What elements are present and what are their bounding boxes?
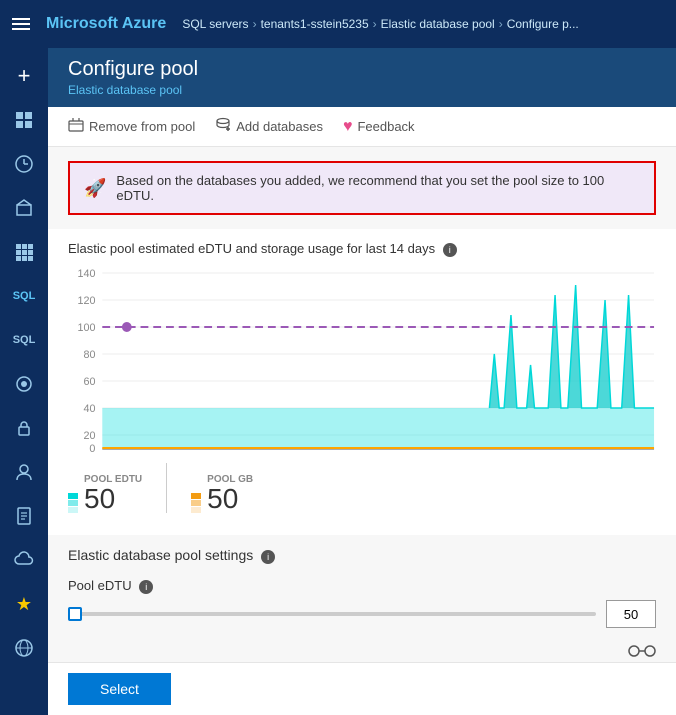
sidebar-dashboard-icon[interactable]	[4, 100, 44, 140]
breadcrumb-item-4[interactable]: Configure p...	[507, 17, 579, 31]
link-icon[interactable]	[628, 642, 656, 662]
legend-bar-gb	[191, 493, 201, 513]
main-content: Configure pool Elastic database pool Rem…	[48, 48, 676, 715]
breadcrumb: SQL servers › tenants1-sstein5235 › Elas…	[182, 17, 578, 31]
select-button[interactable]: Select	[68, 673, 171, 705]
pool-edtu-row: Pool eDTU i 50	[68, 578, 656, 628]
svg-text:20: 20	[83, 430, 95, 442]
breadcrumb-item-1[interactable]: SQL servers	[182, 17, 248, 31]
pool-edtu-label: Pool eDTU i	[68, 578, 656, 594]
svg-text:120: 120	[77, 295, 95, 307]
chart-info-icon[interactable]: i	[443, 243, 457, 257]
add-databases-label: Add databases	[236, 119, 323, 134]
breadcrumb-item-3[interactable]: Elastic database pool	[381, 17, 495, 31]
sidebar-doc-icon[interactable]	[4, 496, 44, 536]
recommendation-banner: 🚀 Based on the databases you added, we r…	[68, 161, 656, 215]
top-bar: Microsoft Azure SQL servers › tenants1-s…	[0, 0, 676, 48]
sidebar-star-icon[interactable]: ★	[4, 584, 44, 624]
content-area: 🚀 Based on the databases you added, we r…	[48, 147, 676, 662]
sidebar-box-icon[interactable]	[4, 188, 44, 228]
pool-edtu-value[interactable]: 50	[606, 600, 656, 628]
pool-edtu-thumb[interactable]	[68, 607, 82, 621]
sidebar-circle-icon[interactable]	[4, 364, 44, 404]
feedback-button[interactable]: ♥ Feedback	[343, 107, 415, 146]
svg-text:80: 80	[83, 349, 95, 361]
chart-legend: POOL EDTU 50 POOL GB 50	[68, 455, 656, 525]
pool-edtu-info-icon[interactable]: i	[139, 580, 153, 594]
link-icon-row	[68, 642, 656, 662]
page-header: Configure pool Elastic database pool	[48, 48, 676, 107]
sidebar-sql2-icon[interactable]: SQL	[4, 320, 44, 360]
svg-text:40: 40	[83, 403, 95, 415]
sidebar: +	[0, 48, 48, 715]
svg-text:140: 140	[77, 268, 95, 280]
banner-text: Based on the databases you added, we rec…	[116, 173, 640, 203]
sidebar-grid-icon[interactable]	[4, 232, 44, 272]
legend-pool-gb-content: POOL GB 50	[207, 474, 253, 513]
remove-icon	[68, 117, 84, 137]
remove-from-pool-button[interactable]: Remove from pool	[68, 107, 195, 146]
sidebar-lock-icon[interactable]	[4, 408, 44, 448]
svg-text:60: 60	[83, 376, 95, 388]
chart-container: 140 120 100 80 60 40 20 0	[68, 265, 656, 455]
legend-sep	[166, 463, 167, 513]
brand-name: Microsoft Azure	[46, 15, 166, 33]
legend-bar-edtu	[68, 493, 78, 513]
breadcrumb-sep-1: ›	[253, 17, 257, 31]
pool-edtu-track[interactable]	[68, 612, 596, 616]
legend-edtu-value: 50	[84, 485, 142, 513]
chart-section: Elastic pool estimated eDTU and storage …	[48, 229, 676, 535]
settings-title: Elastic database pool settings i	[68, 547, 656, 564]
feedback-label: Feedback	[357, 119, 414, 134]
breadcrumb-sep-3: ›	[499, 17, 503, 31]
chart-svg: 140 120 100 80 60 40 20 0	[68, 265, 656, 455]
page-subtitle: Elastic database pool	[68, 83, 656, 97]
breadcrumb-item-2[interactable]: tenants1-sstein5235	[261, 17, 369, 31]
svg-text:0: 0	[89, 443, 95, 455]
svg-text:100: 100	[77, 322, 95, 334]
add-databases-icon	[215, 117, 231, 137]
page-title: Configure pool	[68, 58, 656, 81]
remove-from-pool-label: Remove from pool	[89, 119, 195, 134]
toolbar: Remove from pool Add databases ♥ Feedbac…	[48, 107, 676, 147]
pool-edtu-slider-container: 50	[68, 600, 656, 628]
feedback-icon: ♥	[343, 118, 353, 136]
sidebar-clock-icon[interactable]	[4, 144, 44, 184]
legend-gb-value: 50	[207, 485, 253, 513]
hamburger-menu[interactable]	[12, 18, 30, 30]
rocket-icon: 🚀	[84, 178, 106, 199]
footer-bar: Select	[48, 662, 676, 715]
breadcrumb-sep-2: ›	[373, 17, 377, 31]
settings-info-icon[interactable]: i	[261, 550, 275, 564]
legend-pool-gb: POOL GB 50	[191, 463, 253, 513]
sidebar-globe-icon[interactable]	[4, 628, 44, 668]
chart-title: Elastic pool estimated eDTU and storage …	[68, 229, 656, 265]
sidebar-add-icon[interactable]: +	[4, 56, 44, 96]
sidebar-sql-icon[interactable]: SQL	[4, 276, 44, 316]
sidebar-cloud-icon[interactable]	[4, 540, 44, 580]
settings-section: Elastic database pool settings i Pool eD…	[48, 535, 676, 662]
sidebar-user-icon[interactable]	[4, 452, 44, 492]
legend-pool-edtu-content: POOL EDTU 50	[84, 474, 142, 513]
add-databases-button[interactable]: Add databases	[215, 107, 323, 146]
legend-pool-edtu: POOL EDTU 50	[68, 463, 142, 513]
